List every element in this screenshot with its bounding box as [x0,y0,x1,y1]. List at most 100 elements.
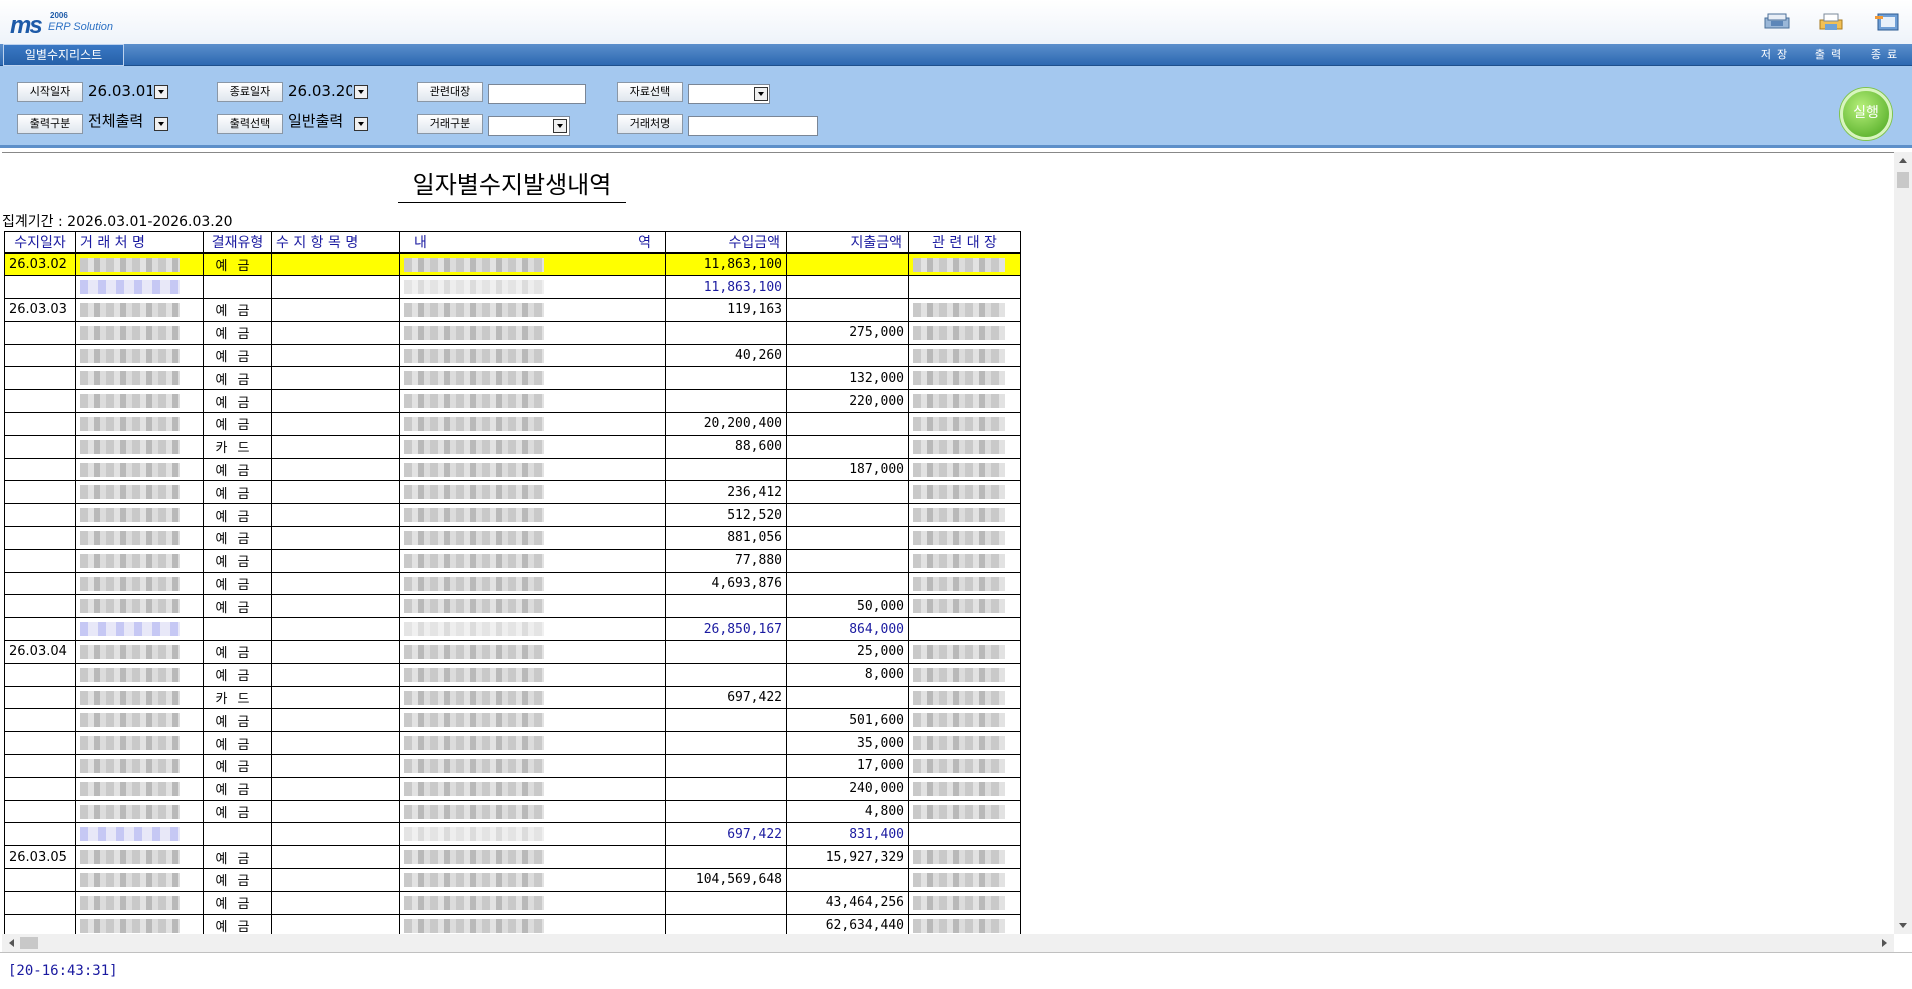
cell-vendor [75,435,204,459]
start-date-field[interactable]: 26.03.01 [86,82,152,102]
scroll-down-icon[interactable] [1899,923,1907,928]
vendor-input[interactable] [688,116,818,136]
print-button[interactable]: 출력 [1806,12,1856,62]
cell-date [4,708,76,733]
cell-description [399,389,666,414]
cell-expense [786,572,909,596]
cell-date: 26.03.05 [4,845,76,870]
table-row: 예금 512,520 [4,503,1021,528]
cell-date: 26.03.04 [4,640,76,664]
report-period: 집계기간 : 2026.03.01-2026.03.20 [2,214,233,230]
output-type-dropdown-icon[interactable] [154,117,168,131]
cell-item [271,275,400,300]
end-date-label[interactable]: 종료일자 [217,82,283,102]
cell-ledger [908,503,1021,528]
horizontal-scroll-thumb[interactable] [20,937,38,949]
run-button[interactable]: 실행 [1840,88,1892,140]
cell-description [399,458,666,482]
cell-date [4,389,76,414]
cell-vendor [75,412,204,436]
end-date-field[interactable]: 26.03.20 [286,82,352,102]
redacted-text [404,371,544,386]
redacted-text [80,713,180,728]
scroll-right-icon[interactable] [1882,939,1887,947]
redacted-text [80,439,180,454]
cell-date [4,435,76,459]
redacted-text [913,667,1005,682]
cell-date [4,822,76,847]
redacted-text [80,530,180,545]
cell-expense: 501,600 [786,708,909,733]
redacted-text [80,257,180,272]
output-select-field[interactable]: 일반출력 [286,112,356,132]
start-date-label[interactable]: 시작일자 [17,82,83,102]
table-row: 예금 132,000 [4,366,1021,391]
cell-payment: 예금 [203,321,272,345]
end-date-dropdown-icon[interactable] [354,85,368,99]
horizontal-scrollbar[interactable] [2,934,1894,952]
exit-icon [1875,13,1899,31]
vendor-label[interactable]: 거래처명 [617,114,683,134]
redacted-text [80,416,180,431]
cell-date [4,458,76,482]
redacted-text [913,850,1005,865]
header-income: 수입금액 [665,231,787,254]
cell-vendor [75,754,204,778]
print-label: 출력 [1814,48,1848,61]
redacted-text [913,485,1005,500]
cell-description [399,253,666,277]
trade-type-label[interactable]: 거래구분 [417,114,483,134]
data-select-label[interactable]: 자료선택 [617,82,683,102]
output-type-field[interactable]: 전체출력 [86,112,156,132]
cell-item [271,458,400,482]
redacted-text [80,690,180,705]
save-button[interactable]: 저장 [1752,12,1802,62]
output-type-label[interactable]: 출력구분 [17,114,83,134]
cell-payment: 예금 [203,914,272,934]
scroll-left-icon[interactable] [9,939,14,947]
cell-vendor [75,458,204,482]
redacted-text [404,576,544,591]
table-row: 예금 8,000 [4,663,1021,687]
scroll-up-icon[interactable] [1899,158,1907,163]
cell-vendor [75,321,204,345]
cell-income: 512,520 [665,503,787,528]
cell-date [4,503,76,528]
redacted-text [404,485,544,500]
cell-expense [786,344,909,368]
trade-type-dropdown-icon[interactable] [553,119,567,133]
tab-daily-list[interactable]: 일별수지리스트 [3,44,124,66]
vertical-scrollbar[interactable] [1894,152,1912,934]
ledger-input[interactable] [488,84,586,104]
cell-expense: 17,000 [786,754,909,778]
cell-income [665,663,787,687]
redacted-text [404,622,544,637]
redacted-text [404,804,544,819]
cell-vendor [75,480,204,505]
redacted-text [913,371,1005,386]
header-vendor: 거 래 처 명 [75,231,204,254]
vertical-scroll-thumb[interactable] [1897,172,1909,188]
cell-income: 697,422 [665,686,787,710]
output-select-dropdown-icon[interactable] [354,117,368,131]
cell-vendor [75,800,204,824]
cell-income: 236,412 [665,480,787,505]
output-select-label[interactable]: 출력선택 [217,114,283,134]
data-select-dropdown-icon[interactable] [754,87,768,101]
ledger-label[interactable]: 관련대장 [417,82,483,102]
table-body: 26.03.02 예금 11,863,100 11,863,100 26.03.03 예금… [4,253,1021,934]
cell-description [399,891,666,915]
cell-date [4,754,76,778]
redacted-text [913,416,1005,431]
cell-expense: 240,000 [786,777,909,801]
redacted-text [80,371,180,386]
cell-item [271,389,400,414]
cell-item [271,891,400,915]
cell-payment: 예금 [203,389,272,414]
exit-button[interactable]: 종료 [1862,12,1912,62]
start-date-dropdown-icon[interactable] [154,85,168,99]
cell-item [271,708,400,733]
cell-ledger [908,686,1021,710]
cell-ledger [908,822,1021,847]
redacted-text [913,781,1005,796]
